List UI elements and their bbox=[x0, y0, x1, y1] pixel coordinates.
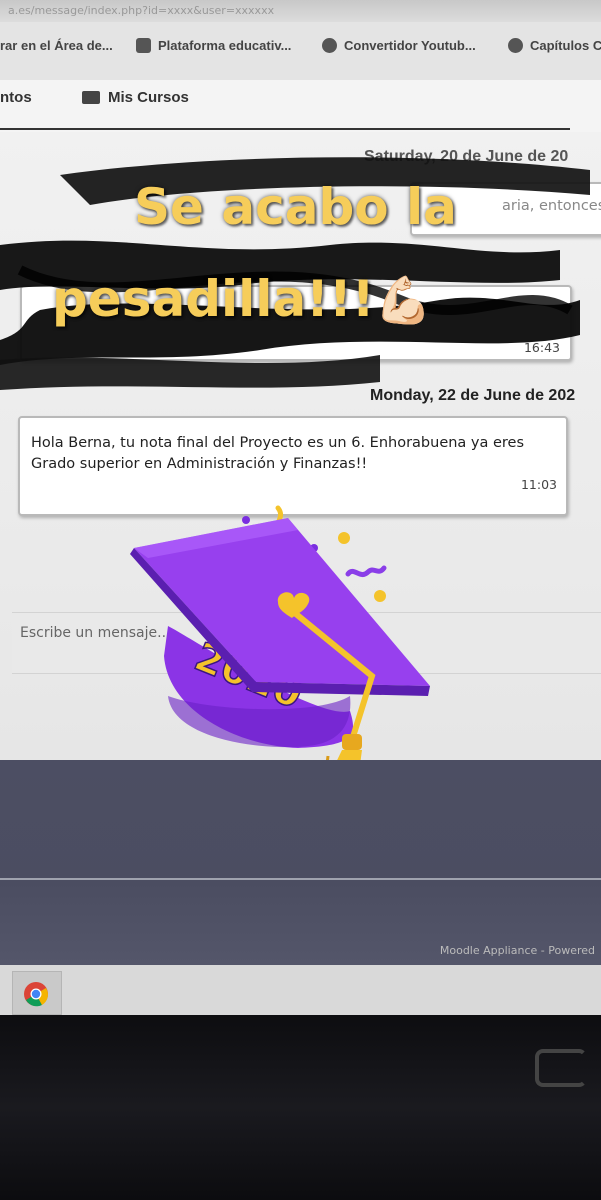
footer-divider bbox=[0, 878, 601, 880]
monitor-bezel bbox=[0, 1015, 601, 1200]
message-text: Hola Berna, tu nota final del Proyecto e… bbox=[31, 435, 525, 472]
bookmark-plataforma[interactable]: Plataforma educativ... bbox=[136, 38, 291, 53]
flexed-biceps-icon: 💪🏻 bbox=[374, 273, 432, 327]
date-header-current: Monday, 22 de June de 202 bbox=[370, 387, 576, 404]
nav-item-label: Mis Cursos bbox=[108, 89, 189, 106]
nav-item-eventos[interactable]: ntos bbox=[0, 89, 32, 106]
chrome-icon bbox=[24, 982, 48, 1007]
bookmark-label: Capítulos C bbox=[530, 38, 601, 53]
moodle-credit: Moodle Appliance - Powered bbox=[439, 944, 595, 957]
nav-divider bbox=[0, 128, 570, 130]
url-text: a.es/message/index.php?id=xxxx&user=xxxx… bbox=[8, 4, 275, 17]
taskbar bbox=[0, 965, 601, 1015]
address-bar[interactable]: a.es/message/index.php?id=xxxx&user=xxxx… bbox=[0, 0, 601, 22]
bookmark-label: Plataforma educativ... bbox=[158, 38, 292, 53]
monitor-logo-icon bbox=[535, 1049, 587, 1087]
bookmark-label: rar en el Área de... bbox=[0, 38, 113, 53]
bookmark-convertidor[interactable]: Convertidor Youtub... bbox=[322, 38, 476, 53]
bookmark-icon bbox=[136, 38, 151, 53]
headline-text: pesadilla!!! bbox=[52, 270, 375, 328]
overlay-headline-line2: pesadilla!!!💪🏻 bbox=[52, 270, 432, 328]
bookmark-label: Convertidor Youtub... bbox=[344, 38, 476, 53]
bookmark-capitulos[interactable]: Capítulos C bbox=[508, 38, 601, 53]
briefcase-icon bbox=[82, 91, 100, 104]
nav-item-mis-cursos[interactable]: Mis Cursos bbox=[82, 89, 189, 106]
message-time: 11:03 bbox=[520, 477, 557, 492]
taskbar-chrome-button[interactable] bbox=[12, 971, 62, 1015]
moodle-nav: ntos Mis Cursos bbox=[0, 80, 601, 132]
globe-icon bbox=[508, 38, 523, 53]
browser-bookmarks-bar: a.es/message/index.php?id=xxxx&user=xxxx… bbox=[0, 0, 601, 80]
monitor-footer: Moodle Appliance - Powered bbox=[0, 760, 601, 965]
nav-item-label: ntos bbox=[0, 89, 32, 106]
overlay-headline-line1: Se acabo la bbox=[134, 178, 457, 236]
bookmark-area[interactable]: rar en el Área de... bbox=[0, 38, 113, 53]
youtube-icon bbox=[322, 38, 337, 53]
